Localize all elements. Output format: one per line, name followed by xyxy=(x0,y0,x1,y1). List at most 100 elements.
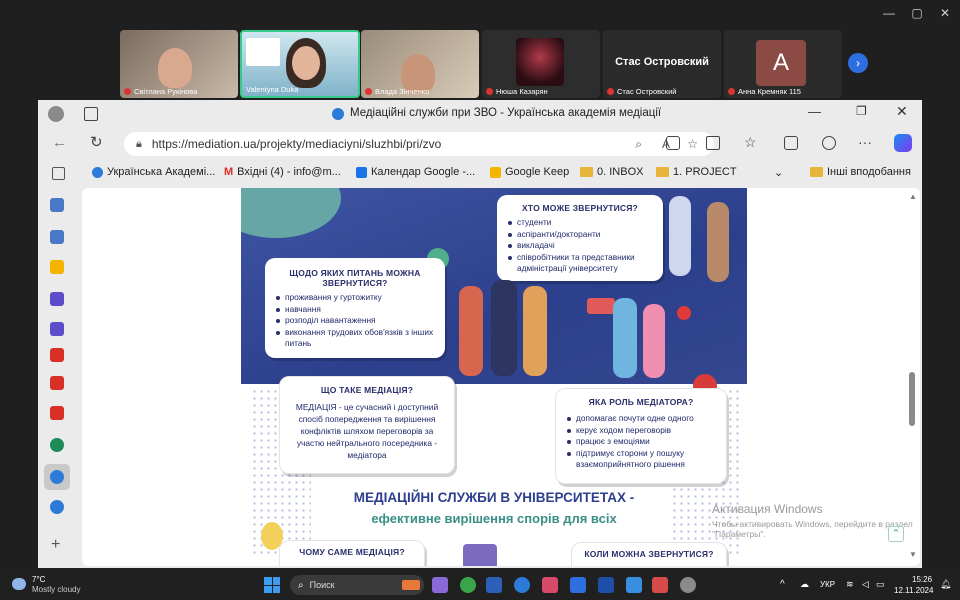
clock-date[interactable]: 12.11.2024 xyxy=(894,586,933,595)
windows-start-icon[interactable] xyxy=(264,577,280,593)
participant-name: Valentyna Duka xyxy=(246,85,299,94)
page-viewport: ХТО МОЖЕ ЗВЕРНУТИСЯ? студенти аспіранти/… xyxy=(82,188,920,566)
weather-icon[interactable] xyxy=(12,578,26,590)
bookmarks-more-icon[interactable]: ⌄ xyxy=(774,166,783,179)
close-icon[interactable]: ✕ xyxy=(896,103,908,120)
url-input[interactable]: 🔒︎ https://mediation.ua/projekty/mediaci… xyxy=(124,132,714,156)
taskbar-search-input[interactable]: ⌕ Поиск xyxy=(290,575,424,595)
copilot-icon[interactable] xyxy=(894,134,912,152)
lock-icon: 🔒︎ xyxy=(136,137,142,150)
tray-icon[interactable]: ☁ xyxy=(800,579,809,590)
collections-icon[interactable] xyxy=(784,136,798,150)
participant-video xyxy=(158,48,192,88)
bookmark-item[interactable]: Українська Академі... xyxy=(92,166,215,178)
reload-icon[interactable]: ↻ xyxy=(90,133,103,151)
edge-icon[interactable] xyxy=(514,577,530,593)
word-icon[interactable] xyxy=(486,577,502,593)
chrome-icon[interactable] xyxy=(460,577,476,593)
list-item: працює з емоціями xyxy=(566,436,716,448)
tray-chevron-icon[interactable]: ^ xyxy=(780,579,785,590)
notification-bell-icon[interactable]: 🔔︎ xyxy=(940,579,951,590)
scrollbar[interactable]: ▲ ▼ xyxy=(906,188,920,566)
app-icon[interactable] xyxy=(652,577,668,593)
favorites-icon[interactable]: ☆ xyxy=(744,134,757,151)
photos-icon[interactable] xyxy=(626,577,642,593)
volume-icon[interactable]: ◁ xyxy=(862,579,869,590)
sidebar-app-icon[interactable] xyxy=(50,322,64,336)
scroll-top-button[interactable]: ⌃ xyxy=(888,526,904,542)
sidebar-app-icon[interactable] xyxy=(50,198,64,212)
browser-titlebar: Медіаційні служби при ЗВО - Українська а… xyxy=(38,100,922,128)
list-item: аспіранти/докторанти xyxy=(507,229,653,241)
participant-tile[interactable]: Світлана Рукінова xyxy=(120,30,238,98)
participant-tile[interactable]: Стас Островский Стас Островский xyxy=(603,30,721,98)
zoom-app-icon[interactable] xyxy=(570,577,586,593)
restore-icon[interactable]: ❐ xyxy=(856,104,867,118)
language-indicator[interactable]: УКР xyxy=(820,580,835,589)
bookmark-item[interactable]: M Вхідні (4) - info@m... xyxy=(224,166,341,178)
settings-icon[interactable] xyxy=(680,577,696,593)
restore-icon[interactable]: ▢ xyxy=(902,4,932,22)
scroll-down-icon[interactable]: ▼ xyxy=(909,550,917,559)
close-icon[interactable]: ✕ xyxy=(930,4,960,22)
search-highlight-icon xyxy=(402,580,420,590)
list-item: проживання у гуртожитку xyxy=(275,292,435,304)
workspaces-icon[interactable] xyxy=(84,107,98,121)
bookmark-item[interactable]: Google Keep xyxy=(490,166,569,178)
sidebar-app-icon[interactable] xyxy=(50,292,64,306)
why-card: ЧОМУ САМЕ МЕДІАЦІЯ? xyxy=(279,540,425,566)
tab-actions-icon[interactable] xyxy=(52,167,65,180)
messenger-icon[interactable] xyxy=(542,577,558,593)
list-item: співробітники та представники адміністра… xyxy=(507,252,653,275)
wifi-icon[interactable]: ≋ xyxy=(846,579,854,590)
keep-icon[interactable] xyxy=(50,260,64,274)
site-favicon-icon[interactable] xyxy=(50,438,64,452)
participant-avatar xyxy=(516,38,564,86)
when-title: КОЛИ МОЖНА ЗВЕРНУТИСЯ? xyxy=(584,549,714,559)
folder-icon xyxy=(810,167,823,177)
participant-tile[interactable]: Нюша Казарян xyxy=(482,30,600,98)
more-menu-icon[interactable]: ··· xyxy=(858,134,872,150)
tab-title: Медіаційні служби при ЗВО - Українська а… xyxy=(350,107,662,119)
site-favicon-icon[interactable] xyxy=(50,470,64,484)
next-participants-button[interactable]: › xyxy=(848,53,868,73)
participant-avatar: A xyxy=(756,40,806,86)
bookmark-item[interactable]: 0. INBOX xyxy=(580,166,643,178)
participant-tile[interactable]: Влада Зінченко xyxy=(361,30,479,98)
gmail-icon[interactable] xyxy=(50,348,64,362)
gmail-icon[interactable] xyxy=(50,406,64,420)
zoom-icon[interactable]: ⌕ xyxy=(635,137,642,152)
list-item: підтримує сторони у пошуку взаємоприйнят… xyxy=(566,448,716,471)
participant-tile[interactable]: A Анна Кремняк 115 xyxy=(724,30,842,98)
role-card: ЯКА РОЛЬ МЕДІАТОРА? допомагає почути одн… xyxy=(555,388,727,484)
sidebar-app-icon[interactable] xyxy=(50,230,64,244)
participant-tile-active[interactable]: Valentyna Duka xyxy=(240,30,360,98)
scroll-up-icon[interactable]: ▲ xyxy=(909,192,917,201)
l-app-icon[interactable] xyxy=(598,577,614,593)
minimize-icon[interactable]: — xyxy=(808,104,821,119)
extensions-icon[interactable] xyxy=(666,136,680,150)
screen: — ▢ ✕ Світлана Рукінова Valentyna Duka В… xyxy=(0,0,960,600)
scrollbar-thumb[interactable] xyxy=(909,372,915,426)
favorite-star-icon[interactable]: ☆ xyxy=(687,137,698,151)
add-icon[interactable]: + xyxy=(51,536,60,554)
chat-bubble-icon xyxy=(587,298,615,314)
list-item: керує ходом переговорів xyxy=(566,425,716,437)
participant-name: Стас Островский xyxy=(617,87,677,96)
back-icon[interactable]: ← xyxy=(52,134,67,151)
participant-name: Анна Кремняк 115 xyxy=(738,87,801,96)
why-title: ЧОМУ САМЕ МЕДІАЦІЯ? xyxy=(299,547,405,557)
bookmark-item[interactable]: 1. PROJECT xyxy=(656,166,737,178)
gmail-icon[interactable] xyxy=(50,376,64,390)
battery-icon[interactable]: ▭ xyxy=(876,579,885,590)
bookmark-item[interactable]: Календар Google -... xyxy=(356,166,475,178)
profile-avatar[interactable] xyxy=(48,106,64,122)
file-manager-icon[interactable] xyxy=(432,577,448,593)
site-favicon-icon[interactable] xyxy=(50,500,64,514)
split-screen-icon[interactable] xyxy=(706,136,720,150)
clock-time[interactable]: 15:26 xyxy=(912,575,932,584)
minimize-icon[interactable]: — xyxy=(874,4,904,22)
browser-window: Медіаційні служби при ЗВО - Українська а… xyxy=(38,100,922,568)
browser-essentials-icon[interactable] xyxy=(822,136,836,150)
bookmark-item[interactable]: Інші вподобання xyxy=(810,166,911,178)
